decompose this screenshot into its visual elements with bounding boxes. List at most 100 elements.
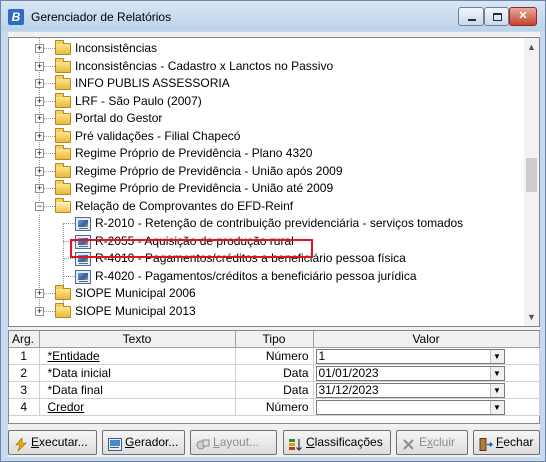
scroll-thumb[interactable] bbox=[526, 158, 537, 192]
expand-icon[interactable]: + bbox=[35, 114, 44, 123]
layout-button[interactable]: Layout... bbox=[190, 430, 277, 455]
tree-node-label: LRF - São Paulo (2007) bbox=[75, 94, 202, 108]
arg-text: Credor bbox=[39, 398, 236, 416]
client-area: + Inconsistências + Inconsistências - Cadas… bbox=[8, 32, 540, 457]
grid-header-row: Arg. Texto Tipo Valor bbox=[9, 331, 540, 348]
tree-folder-node[interactable]: + Inconsistências - Cadastro x Lanctos no… bbox=[9, 58, 524, 75]
tree-folder-node[interactable]: + Regime Próprio de Previdência - Plano 4… bbox=[9, 145, 524, 162]
minimize-button[interactable] bbox=[458, 7, 484, 26]
arg-value-combo[interactable]: 1 ▼ bbox=[315, 348, 505, 364]
layout-icon bbox=[196, 436, 210, 450]
arg-value: 1 bbox=[318, 348, 326, 363]
folder-icon bbox=[55, 163, 71, 178]
accelerator-key: x bbox=[427, 435, 434, 449]
lightning-icon bbox=[14, 436, 28, 452]
highlighted-report-box bbox=[70, 239, 313, 258]
folder-icon bbox=[55, 285, 71, 300]
expand-icon[interactable]: + bbox=[35, 167, 44, 176]
maximize-button[interactable] bbox=[484, 7, 509, 26]
tree-folder-node[interactable]: + INFO PUBLIS ASSESSORIA bbox=[9, 75, 524, 92]
tree-node-label: Regime Próprio de Previdência - Plano 43… bbox=[75, 146, 313, 160]
folder-open-icon bbox=[55, 198, 71, 213]
dropdown-arrow-icon[interactable]: ▼ bbox=[489, 383, 504, 397]
tree-folder-node[interactable]: + SIOPE Municipal 2013 bbox=[9, 303, 524, 320]
classificacoes-button-label: Classificações bbox=[306, 435, 383, 449]
title-bar[interactable]: B Gerenciador de Relatórios ✕ bbox=[1, 1, 545, 31]
executar-button-label: Executar... bbox=[31, 435, 88, 449]
tree-viewport: + Inconsistências + Inconsistências - Cadas… bbox=[9, 38, 524, 326]
expand-icon[interactable]: + bbox=[35, 62, 44, 71]
tree-scrollbar[interactable]: ▲ ▼ bbox=[524, 38, 539, 326]
dropdown-arrow-icon[interactable]: ▼ bbox=[489, 400, 504, 414]
tree-node-label: Portal do Gestor bbox=[75, 111, 163, 125]
tree-folder-node[interactable]: + SIOPE Municipal 2006 bbox=[9, 285, 524, 302]
argument-row[interactable]: 1 *Entidade Número 1 ▼ bbox=[9, 347, 540, 365]
layout-button-label: Layout... bbox=[213, 435, 260, 449]
arg-value-combo[interactable]: 31/12/2023 ▼ bbox=[315, 382, 505, 398]
arg-value-combo[interactable]: ▼ bbox=[315, 399, 505, 415]
arg-value: 31/12/2023 bbox=[318, 382, 379, 397]
close-button[interactable]: ✕ bbox=[509, 7, 537, 26]
folder-icon bbox=[55, 145, 71, 160]
dropdown-arrow-icon[interactable]: ▼ bbox=[489, 349, 504, 363]
dropdown-arrow-icon[interactable]: ▼ bbox=[489, 366, 504, 380]
tree-report-node[interactable]: R-2010 - Retenção de contribuição previd… bbox=[9, 215, 524, 232]
folder-icon bbox=[55, 128, 71, 143]
maximize-icon bbox=[493, 13, 502, 21]
scroll-down-icon[interactable]: ▼ bbox=[524, 310, 539, 325]
tree-node-label: R-2010 - Retenção de contribuição previd… bbox=[95, 216, 464, 230]
argument-row[interactable]: 2 *Data inicial Data 01/01/2023 ▼ bbox=[9, 364, 540, 382]
tree-node-label: Relação de Comprovantes do EFD-Reinf bbox=[75, 199, 294, 213]
arg-number: 2 bbox=[9, 364, 40, 382]
tree-folder-node[interactable]: + LRF - São Paulo (2007) bbox=[9, 93, 524, 110]
tree-report-node[interactable]: R-4020 - Pagamentos/créditos a beneficiá… bbox=[9, 268, 524, 285]
fechar-button-label: Fechar bbox=[496, 435, 534, 449]
folder-icon bbox=[55, 303, 71, 318]
col-header-arg: Arg. bbox=[9, 331, 40, 348]
expand-icon[interactable]: + bbox=[35, 44, 44, 53]
arg-type: Número bbox=[235, 398, 314, 416]
collapse-icon[interactable]: − bbox=[35, 202, 44, 211]
tree-folder-node[interactable]: + Inconsistências bbox=[9, 40, 524, 57]
expand-icon[interactable]: + bbox=[35, 307, 44, 316]
expand-icon[interactable]: + bbox=[35, 97, 44, 106]
gerador-button[interactable]: Gerador... bbox=[102, 430, 185, 455]
folder-icon bbox=[55, 93, 71, 108]
arg-number: 1 bbox=[9, 347, 40, 365]
tree-folder-node[interactable]: + Portal do Gestor bbox=[9, 110, 524, 127]
tree-folder-node[interactable]: + Regime Próprio de Previdência - União a… bbox=[9, 180, 524, 197]
expand-icon[interactable]: + bbox=[35, 289, 44, 298]
tree-folder-node[interactable]: − Relação de Comprovantes do EFD-Reinf bbox=[9, 198, 524, 215]
excluir-button[interactable]: Excluir bbox=[396, 430, 468, 455]
classificacoes-button[interactable]: Classificações bbox=[283, 430, 391, 455]
tree-folder-node[interactable]: + Pré validações - Filial Chapecó bbox=[9, 128, 524, 145]
expand-icon[interactable]: + bbox=[35, 79, 44, 88]
col-header-tipo: Tipo bbox=[235, 331, 314, 348]
arg-text: *Data final bbox=[39, 381, 236, 399]
argument-row[interactable]: 4 Credor Número ▼ bbox=[9, 398, 540, 416]
col-header-valor: Valor bbox=[313, 331, 540, 348]
folder-icon bbox=[55, 180, 71, 195]
expand-icon[interactable]: + bbox=[35, 149, 44, 158]
expand-icon[interactable]: + bbox=[35, 132, 44, 141]
arguments-grid: Arg. Texto Tipo Valor 1 *Entidade Número 1 ▼… bbox=[8, 330, 540, 424]
tree-node-label: Regime Próprio de Previdência - União ap… bbox=[75, 164, 343, 178]
close-icon: ✕ bbox=[518, 10, 528, 22]
executar-button[interactable]: Executar... bbox=[8, 430, 97, 455]
accelerator-key: E bbox=[31, 435, 40, 449]
scroll-up-icon[interactable]: ▲ bbox=[524, 40, 539, 55]
arg-text: *Data inicial bbox=[39, 364, 236, 382]
tree-node-label: Inconsistências - Cadastro x Lanctos no … bbox=[75, 59, 334, 73]
argument-row[interactable]: 3 *Data final Data 31/12/2023 ▼ bbox=[9, 381, 540, 399]
tree-folder-node[interactable]: + Regime Próprio de Previdência - União a… bbox=[9, 163, 524, 180]
arg-value-combo[interactable]: 01/01/2023 ▼ bbox=[315, 365, 505, 381]
report-manager-window: B Gerenciador de Relatórios ✕ + Inconsist… bbox=[0, 0, 546, 462]
arg-value-cell: 1 ▼ bbox=[313, 347, 540, 365]
folder-icon bbox=[55, 110, 71, 125]
fechar-button[interactable]: Fechar bbox=[473, 430, 540, 455]
report-tree[interactable]: + Inconsistências + Inconsistências - Cadas… bbox=[8, 37, 540, 327]
tree-node-label: SIOPE Municipal 2013 bbox=[75, 304, 196, 318]
expand-icon[interactable]: + bbox=[35, 184, 44, 193]
tree-node-label: Inconsistências bbox=[75, 41, 158, 55]
accelerator-key: L bbox=[213, 435, 220, 449]
